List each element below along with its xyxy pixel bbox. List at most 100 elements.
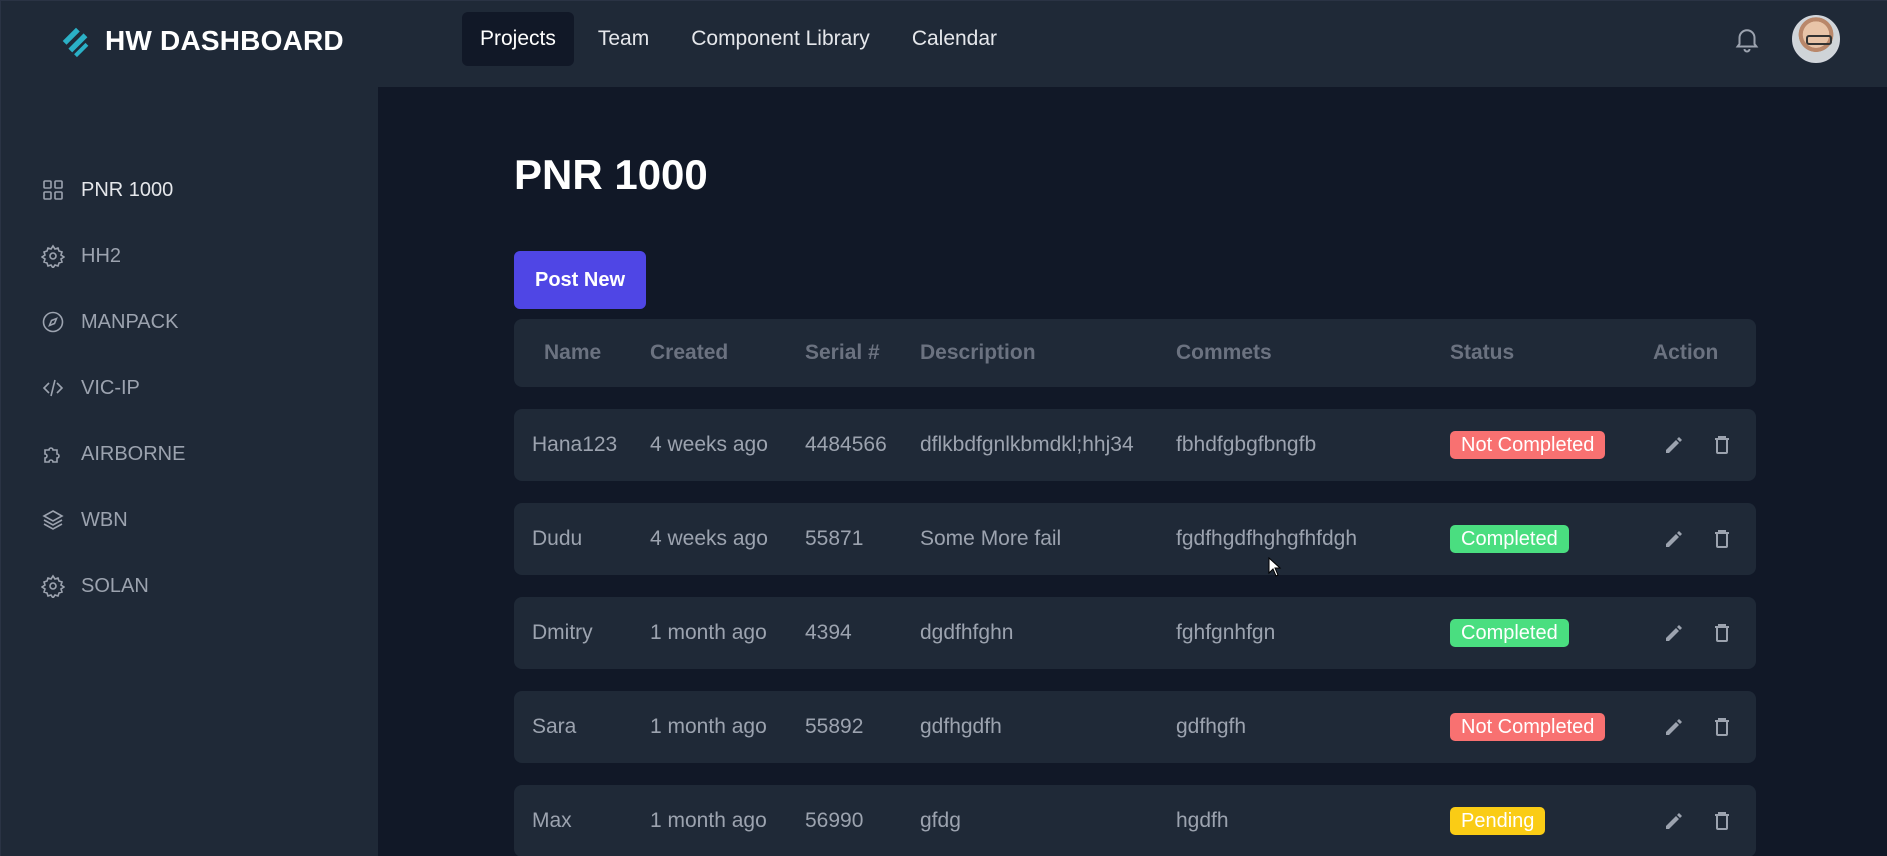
column-header-status[interactable]: Status <box>1450 341 1514 365</box>
column-header-serial[interactable]: Serial # <box>805 341 880 365</box>
pencil-icon[interactable] <box>1662 433 1686 457</box>
trash-icon[interactable] <box>1710 715 1734 739</box>
cell-serial: 4394 <box>805 621 852 644</box>
status-badge: Completed <box>1450 619 1569 647</box>
cell-comments: gdfhgfh <box>1176 715 1247 738</box>
compass-icon <box>42 311 64 333</box>
cell-description: dgdfhfghn <box>920 621 1014 644</box>
sidebar-item-manpack[interactable]: MANPACK <box>41 289 185 355</box>
pencil-icon[interactable] <box>1662 621 1686 645</box>
column-header-action: Action <box>1653 341 1719 364</box>
column-header-name[interactable]: Name <box>544 341 601 365</box>
cell-name: Max <box>532 809 572 832</box>
pencil-icon[interactable] <box>1662 527 1686 551</box>
nav-team[interactable]: Team <box>580 12 667 66</box>
cell-serial: 56990 <box>805 809 864 832</box>
top-navbar: HW DASHBOARD Projects Team Component Lib… <box>1 1 1887 87</box>
sidebar-item-label: AIRBORNE <box>81 442 186 465</box>
sidebar-item-vic-ip[interactable]: VIC-IP <box>41 355 185 421</box>
cell-status: Pending <box>1450 807 1546 835</box>
projects-table: Name Created Serial # Description Commet… <box>514 319 1756 856</box>
cell-serial: 55892 <box>805 715 864 738</box>
sidebar-item-hh2[interactable]: HH2 <box>41 223 185 289</box>
header-actions <box>1732 15 1840 63</box>
sidebar-item-wbn[interactable]: WBN <box>41 487 185 553</box>
column-header-comments[interactable]: Commets <box>1176 341 1272 365</box>
sidebar-item-solan[interactable]: SOLAN <box>41 553 185 619</box>
column-header-description[interactable]: Description <box>920 341 1036 365</box>
status-badge: Completed <box>1450 525 1569 553</box>
page-title: PNR 1000 <box>514 151 708 198</box>
brand-title: HW DASHBOARD <box>105 25 344 56</box>
table-row[interactable]: Hana123 4 weeks ago 4484566 dflkbdfgnlkbmdk… <box>514 409 1756 481</box>
app-window: HW DASHBOARD Projects Team Component Lib… <box>0 0 1887 856</box>
sidebar: PNR 1000 HH2 MANPACK VIC-IP AIRBORNE WBN… <box>1 87 378 856</box>
table-row[interactable]: Dudu 4 weeks ago 55871 Some More fail fgdfhg… <box>514 503 1756 575</box>
status-badge: Not Completed <box>1450 431 1606 459</box>
trash-icon[interactable] <box>1710 527 1734 551</box>
nav-projects[interactable]: Projects <box>462 12 574 66</box>
trash-icon[interactable] <box>1710 433 1734 457</box>
code-icon <box>42 379 64 397</box>
cell-description: Some More fail <box>920 527 1062 550</box>
sidebar-item-label: MANPACK <box>81 310 179 333</box>
cell-comments: fghfgnhfgn <box>1176 621 1276 644</box>
nav-calendar[interactable]: Calendar <box>894 12 1015 66</box>
bell-icon[interactable] <box>1732 24 1762 54</box>
cell-comments: hgdfh <box>1176 809 1229 832</box>
brand[interactable]: HW DASHBOARD <box>57 21 344 61</box>
table-row[interactable]: Dmitry 1 month ago 4394 dgdfhfghn fghfgnhfgn… <box>514 597 1756 669</box>
gear-icon <box>41 244 65 268</box>
cell-name: Sara <box>532 715 577 738</box>
cell-serial: 55871 <box>805 527 864 550</box>
cell-created: 1 month ago <box>650 715 767 738</box>
cell-status: Not Completed <box>1450 713 1606 741</box>
cell-created: 1 month ago <box>650 621 767 644</box>
pencil-icon[interactable] <box>1662 809 1686 833</box>
column-header-created[interactable]: Created <box>650 341 728 365</box>
post-new-button[interactable]: Post New <box>514 251 646 309</box>
layers-icon <box>42 510 64 530</box>
gear-icon <box>41 574 65 598</box>
cell-description: dflkbdfgnlkbmdkl;hhj34 <box>920 433 1134 456</box>
row-actions <box>1662 809 1758 833</box>
grid-icon <box>43 180 63 200</box>
cell-name: Hana123 <box>532 433 618 456</box>
cell-created: 4 weeks ago <box>650 433 768 456</box>
trash-icon[interactable] <box>1710 809 1734 833</box>
main-content: PNR 1000 Post New Name Created Serial # … <box>378 87 1887 856</box>
cell-comments: fgdfhgdfhghgfhfdgh <box>1176 527 1358 550</box>
table-row[interactable]: Max 1 month ago 56990 gfdg hgdfh Pending <box>514 785 1756 856</box>
sidebar-item-label: PNR 1000 <box>81 178 174 201</box>
row-actions <box>1662 527 1758 551</box>
cell-name: Dmitry <box>532 621 593 644</box>
nav-component-library[interactable]: Component Library <box>673 12 888 66</box>
row-actions <box>1662 715 1758 739</box>
sidebar-item-airborne[interactable]: AIRBORNE <box>41 421 185 487</box>
cell-comments: fbhdfgbgfbngfb <box>1176 433 1317 456</box>
sidebar-item-label: HH2 <box>81 244 122 267</box>
sidebar-item-label: SOLAN <box>81 574 149 597</box>
pencil-icon[interactable] <box>1662 715 1686 739</box>
cell-status: Completed <box>1450 619 1569 647</box>
sidebar-list: PNR 1000 HH2 MANPACK VIC-IP AIRBORNE WBN… <box>41 157 185 619</box>
table-body: Hana123 4 weeks ago 4484566 dflkbdfgnlkbmdk… <box>514 409 1756 856</box>
cell-created: 4 weeks ago <box>650 527 768 550</box>
row-actions <box>1662 621 1758 645</box>
trash-icon[interactable] <box>1710 621 1734 645</box>
sidebar-item-label: WBN <box>81 508 128 531</box>
row-actions <box>1662 433 1758 457</box>
status-badge: Not Completed <box>1450 713 1606 741</box>
cell-serial: 4484566 <box>805 433 887 456</box>
main-nav: Projects Team Component Library Calendar <box>462 12 1021 66</box>
table-row[interactable]: Sara 1 month ago 55892 gdfhgdfh gdfhgfh Not C… <box>514 691 1756 763</box>
puzzle-icon <box>44 447 60 463</box>
sidebar-item-pnr-1000[interactable]: PNR 1000 <box>41 157 185 223</box>
sidebar-item-label: VIC-IP <box>81 376 140 399</box>
table-header: Name Created Serial # Description Commet… <box>514 319 1756 387</box>
cell-name: Dudu <box>532 527 583 550</box>
cell-description: gfdg <box>920 809 961 832</box>
layers-logo-icon <box>62 27 89 58</box>
user-avatar[interactable] <box>1792 15 1840 63</box>
cell-created: 1 month ago <box>650 809 767 832</box>
